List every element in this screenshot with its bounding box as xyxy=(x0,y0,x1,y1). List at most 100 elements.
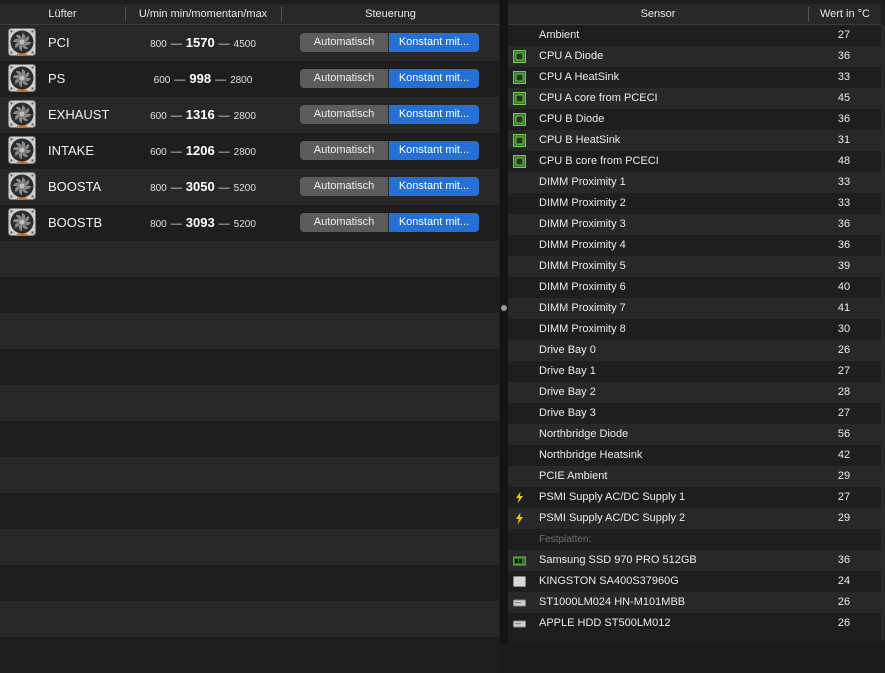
automatic-button[interactable]: Automatisch xyxy=(300,69,389,88)
sensor-value: 27 xyxy=(837,407,851,419)
automatic-button[interactable]: Automatisch xyxy=(300,105,389,124)
sensor-row[interactable]: DIMM Proximity 2 33 xyxy=(508,193,881,214)
automatic-button[interactable]: Automatisch xyxy=(300,141,389,160)
sensor-name: APPLE HDD ST500LM012 xyxy=(539,617,671,629)
sensor-row[interactable]: Northbridge Diode 56 xyxy=(508,424,881,445)
empty-row xyxy=(0,349,499,385)
sensor-row[interactable]: Drive Bay 1 27 xyxy=(508,361,881,382)
constant-rpm-button[interactable]: Konstant mit... xyxy=(389,69,479,88)
column-header-rpm[interactable]: U/min min/momentan/max xyxy=(126,4,280,24)
fan-rpm: 800—3050—5200 xyxy=(128,169,278,207)
chip-icon xyxy=(513,113,526,126)
fan-control-segmented: Automatisch Konstant mit... xyxy=(300,177,479,196)
sensor-row[interactable]: DIMM Proximity 8 30 xyxy=(508,319,881,340)
fan-row[interactable]: PS 600—998—2800 Automatisch Konstant mit... xyxy=(0,61,499,97)
sensor-row[interactable]: APPLE HDD ST500LM012 26 xyxy=(508,613,881,634)
fan-row[interactable]: BOOSTB 800—3093—5200 Automatisch Konstant m… xyxy=(0,205,499,241)
sensor-row[interactable]: PSMI Supply AC/DC Supply 2 29 xyxy=(508,508,881,529)
fan-name: INTAKE xyxy=(48,143,94,158)
sensor-value: 27 xyxy=(837,365,851,377)
fan-name: EXHAUST xyxy=(48,107,110,122)
sensor-value: 36 xyxy=(837,113,851,125)
sensor-row[interactable]: CPU A HeatSink 33 xyxy=(508,67,881,88)
sensor-name: PSMI Supply AC/DC Supply 2 xyxy=(539,512,686,524)
sensor-name: Samsung SSD 970 PRO 512GB xyxy=(539,554,697,566)
sensor-row[interactable]: CPU A Diode 36 xyxy=(508,46,881,67)
column-header-fan[interactable]: Lüfter xyxy=(0,4,125,24)
automatic-button[interactable]: Automatisch xyxy=(300,213,389,232)
dash-separator: — xyxy=(170,38,182,50)
sensor-value: 29 xyxy=(837,470,851,482)
dash-separator: — xyxy=(170,218,182,230)
sensor-row[interactable]: ST1000LM024 HN-M101MBB 26 xyxy=(508,592,881,613)
sensor-row[interactable]: Drive Bay 2 28 xyxy=(508,382,881,403)
sensor-value: 33 xyxy=(837,176,851,188)
sensor-value: 33 xyxy=(837,197,851,209)
sensor-row[interactable]: DIMM Proximity 6 40 xyxy=(508,277,881,298)
sensor-row[interactable]: CPU B HeatSink 31 xyxy=(508,130,881,151)
sensor-value: 27 xyxy=(837,29,851,41)
sensor-row[interactable]: Samsung SSD 970 PRO 512GB 36 xyxy=(508,550,881,571)
empty-row xyxy=(0,637,499,673)
sensor-name: CPU B HeatSink xyxy=(539,134,621,146)
fan-rpm-max: 5200 xyxy=(233,219,256,230)
automatic-button[interactable]: Automatisch xyxy=(300,177,389,196)
empty-row xyxy=(0,529,499,565)
fan-name: PS xyxy=(48,71,66,86)
sensor-value: 56 xyxy=(837,428,851,440)
fan-control-segmented: Automatisch Konstant mit... xyxy=(300,105,479,124)
fan-row[interactable]: PCI 800—1570—4500 Automatisch Konstant mit.… xyxy=(0,25,499,61)
constant-rpm-button[interactable]: Konstant mit... xyxy=(389,33,479,52)
sensor-row[interactable]: DIMM Proximity 7 41 xyxy=(508,298,881,319)
constant-rpm-button[interactable]: Konstant mit... xyxy=(389,177,479,196)
constant-rpm-button[interactable]: Konstant mit... xyxy=(389,141,479,160)
sensor-row[interactable]: CPU B core from PCECI 48 xyxy=(508,151,881,172)
sensor-row[interactable]: DIMM Proximity 5 39 xyxy=(508,256,881,277)
fan-rpm-current: 1206 xyxy=(185,143,215,158)
fan-rpm-current: 1570 xyxy=(185,35,215,50)
empty-row xyxy=(0,421,499,457)
fan-pane: Lüfter U/min min/momentan/max Steuerung … xyxy=(0,0,500,673)
split-view-divider[interactable] xyxy=(500,0,508,644)
fan-row[interactable]: INTAKE 600—1206—2800 Automatisch Konstant m… xyxy=(0,133,499,169)
sensor-row[interactable]: PSMI Supply AC/DC Supply 1 27 xyxy=(508,487,881,508)
sensor-name: DIMM Proximity 3 xyxy=(539,218,626,230)
column-header-value[interactable]: Wert in °C xyxy=(809,4,881,24)
column-header-control[interactable]: Steuerung xyxy=(282,4,499,24)
fan-rpm-min: 800 xyxy=(150,39,167,50)
sensor-row[interactable]: DIMM Proximity 1 33 xyxy=(508,172,881,193)
automatic-button[interactable]: Automatisch xyxy=(300,33,389,52)
sensor-row[interactable]: DIMM Proximity 4 36 xyxy=(508,235,881,256)
fan-rpm-current: 1316 xyxy=(185,107,215,122)
fan-rpm: 800—3093—5200 xyxy=(128,205,278,243)
column-header-sensor[interactable]: Sensor xyxy=(508,4,808,24)
fan-rpm: 600—1316—2800 xyxy=(128,97,278,135)
fan-row[interactable]: EXHAUST 600—1316—2800 Automatisch Konstant … xyxy=(0,97,499,133)
sensor-row[interactable]: PCIE Ambient 29 xyxy=(508,466,881,487)
sensor-name: CPU A core from PCECI xyxy=(539,92,658,104)
sensor-row[interactable]: CPU B Diode 36 xyxy=(508,109,881,130)
sensor-row[interactable]: DIMM Proximity 3 36 xyxy=(508,214,881,235)
sensor-row[interactable]: CPU A core from PCECI 45 xyxy=(508,88,881,109)
sensor-name: DIMM Proximity 1 xyxy=(539,176,626,188)
chip-icon xyxy=(513,134,526,147)
fan-icon xyxy=(8,64,36,92)
sensor-row[interactable]: Northbridge Heatsink 42 xyxy=(508,445,881,466)
fan-icon xyxy=(8,28,36,56)
sensor-name: Northbridge Diode xyxy=(539,428,629,440)
sensor-list-scrollbar[interactable] xyxy=(881,25,885,640)
fan-control-segmented: Automatisch Konstant mit... xyxy=(300,141,479,160)
dash-separator: — xyxy=(170,182,182,194)
sensor-name: Northbridge Heatsink xyxy=(539,449,643,461)
sensor-row[interactable]: Drive Bay 3 27 xyxy=(508,403,881,424)
sensor-row[interactable]: Ambient 27 xyxy=(508,25,881,46)
empty-row xyxy=(0,385,499,421)
fan-name: BOOSTB xyxy=(48,215,103,230)
sensor-value: 29 xyxy=(837,512,851,524)
sensor-row[interactable]: KINGSTON SA400S37960G 24 xyxy=(508,571,881,592)
divider-handle[interactable] xyxy=(501,305,507,311)
constant-rpm-button[interactable]: Konstant mit... xyxy=(389,213,479,232)
fan-row[interactable]: BOOSTA 800—3050—5200 Automatisch Konstant m… xyxy=(0,169,499,205)
sensor-row[interactable]: Drive Bay 0 26 xyxy=(508,340,881,361)
constant-rpm-button[interactable]: Konstant mit... xyxy=(389,105,479,124)
